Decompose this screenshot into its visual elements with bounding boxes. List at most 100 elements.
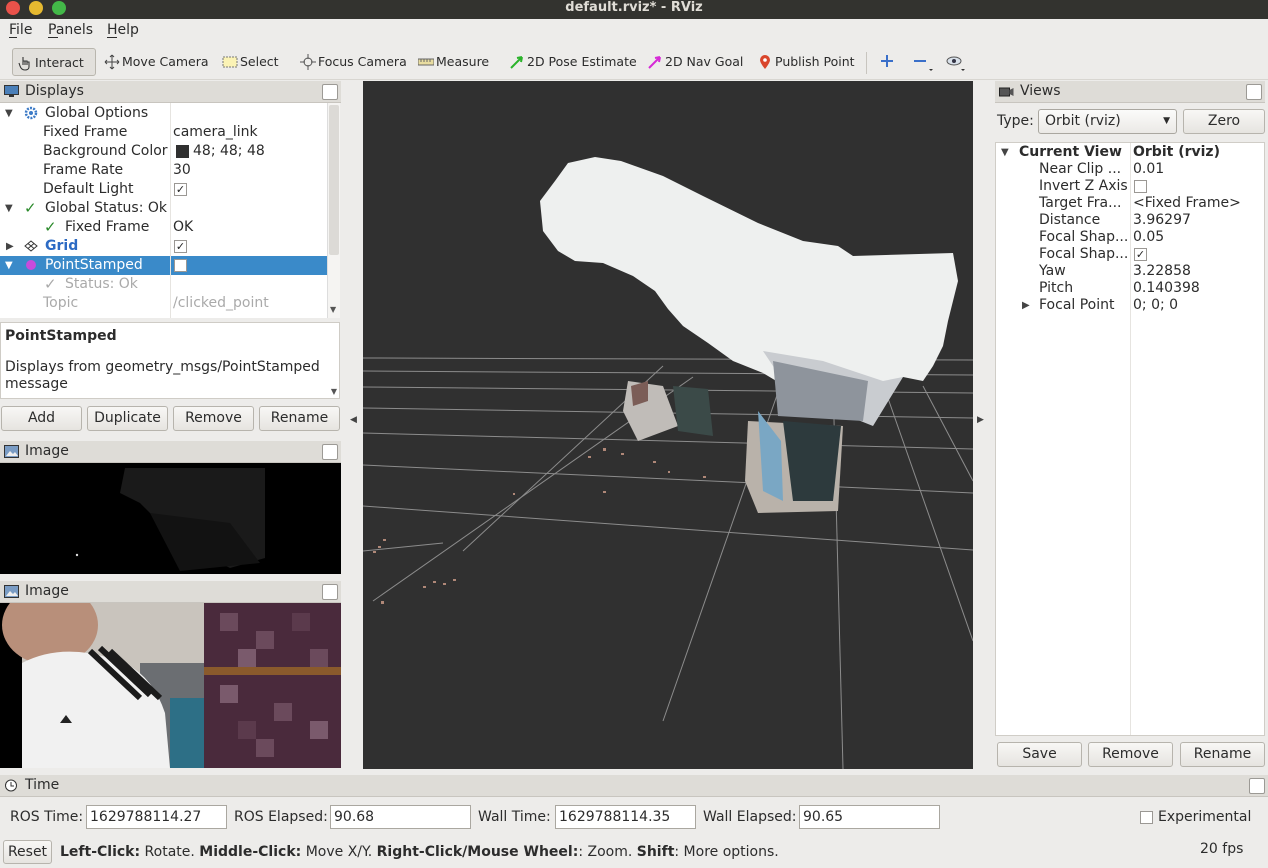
move-camera-tool-button[interactable]: Move Camera <box>100 48 209 76</box>
view-type-select[interactable]: Orbit (rviz) ▼ <box>1038 109 1177 134</box>
view-row-focal-shape-size[interactable]: Focal Shap... 0.05 <box>996 229 1266 246</box>
expand-right-icon[interactable]: ▶ <box>1022 297 1030 314</box>
row-key: Invert Z Axis <box>1039 178 1128 194</box>
tree-row-grid[interactable]: ▶ Grid ✓ <box>0 237 327 256</box>
hint-right-click: Right-Click/Mouse Wheel: <box>376 844 579 860</box>
row-value[interactable]: 0.05 <box>1133 229 1164 246</box>
expand-down-icon[interactable]: ▼ <box>5 256 13 275</box>
focus-camera-tool-button[interactable]: Focus Camera <box>296 48 407 76</box>
view-row-current-view[interactable]: ▼ Current View Orbit (rviz) <box>996 144 1266 161</box>
row-value[interactable]: 3.96297 <box>1133 212 1191 229</box>
remove-display-button[interactable]: Remove <box>173 406 254 431</box>
duplicate-display-button[interactable]: Duplicate <box>87 406 168 431</box>
expand-right-icon[interactable]: ▶ <box>6 237 14 256</box>
scroll-down-icon[interactable]: ▼ <box>330 305 336 314</box>
view-row-distance[interactable]: Distance 3.96297 <box>996 212 1266 229</box>
remove-tool-icon[interactable] <box>913 53 935 73</box>
add-tool-icon[interactable] <box>879 53 895 69</box>
wall-time-field[interactable]: 1629788114.35 <box>555 805 696 829</box>
maximize-window-icon[interactable] <box>52 1 66 15</box>
view-row-focal-point[interactable]: ▶ Focal Point 0; 0; 0 <box>996 297 1266 314</box>
view-row-invert-z[interactable]: Invert Z Axis <box>996 178 1266 195</box>
time-float-checkbox[interactable] <box>1249 778 1265 794</box>
zero-view-button[interactable]: Zero <box>1183 109 1265 134</box>
invert-z-checkbox[interactable] <box>1134 180 1147 193</box>
view-row-yaw[interactable]: Yaw 3.22858 <box>996 263 1266 280</box>
minimize-window-icon[interactable] <box>29 1 43 15</box>
close-window-icon[interactable] <box>6 1 20 15</box>
add-display-button[interactable]: Add <box>1 406 82 431</box>
grid-enabled-checkbox[interactable]: ✓ <box>174 240 187 253</box>
expand-down-icon[interactable]: ▼ <box>5 199 13 218</box>
collapse-left-icon[interactable]: ◀ <box>350 415 357 425</box>
right-collapse-handle[interactable]: ▶ <box>975 81 990 769</box>
row-value[interactable]: 0; 0; 0 <box>1133 297 1178 314</box>
tree-row-topic[interactable]: Topic /clicked_point <box>0 294 327 313</box>
interact-tool-button[interactable]: Interact <box>12 48 96 76</box>
view-row-pitch[interactable]: Pitch 0.140398 <box>996 280 1266 297</box>
displays-float-checkbox[interactable] <box>322 84 338 100</box>
rgb-image-view[interactable] <box>0 603 341 768</box>
expand-down-icon[interactable]: ▼ <box>5 104 13 123</box>
tree-row-fixed-frame[interactable]: Fixed Frame camera_link <box>0 123 327 142</box>
focal-shape-fixed-checkbox[interactable]: ✓ <box>1134 248 1147 261</box>
row-value[interactable]: /clicked_point <box>173 294 269 313</box>
check-ok-icon: ✓ <box>24 199 37 217</box>
render-viewport[interactable] <box>363 81 973 769</box>
time-title: Time <box>25 777 60 793</box>
eye-icon[interactable] <box>945 53 967 73</box>
select-tool-button[interactable]: Select <box>218 48 279 76</box>
hint-left-click: Left-Click: <box>60 844 141 860</box>
displays-scrollbar[interactable]: ▼ <box>327 103 340 318</box>
camera-icon <box>999 87 1014 97</box>
experimental-checkbox[interactable] <box>1140 811 1153 824</box>
view-row-target-frame[interactable]: Target Fra... <Fixed Frame> <box>996 195 1266 212</box>
measure-label: Measure <box>436 54 490 69</box>
clock-icon <box>5 779 17 792</box>
tree-row-frame-rate[interactable]: Frame Rate 30 <box>0 161 327 180</box>
rename-display-button[interactable]: Rename <box>259 406 340 431</box>
row-value[interactable]: 30 <box>173 161 191 180</box>
tree-row-pointstamped[interactable]: ▼ PointStamped <box>0 256 327 275</box>
row-value[interactable]: 48; 48; 48 <box>193 142 265 161</box>
row-value[interactable]: 3.22858 <box>1133 263 1191 280</box>
color-swatch[interactable] <box>176 145 189 158</box>
row-value[interactable]: 0.01 <box>1133 161 1164 178</box>
row-value[interactable]: <Fixed Frame> <box>1133 195 1241 212</box>
tree-row-fixed-frame-status[interactable]: ✓ Fixed Frame OK <box>0 218 327 237</box>
scrollbar-thumb[interactable] <box>329 105 339 255</box>
collapse-right-icon[interactable]: ▶ <box>977 415 984 425</box>
scroll-down-icon[interactable]: ▼ <box>331 387 337 396</box>
rename-view-button[interactable]: Rename <box>1180 742 1265 767</box>
menu-panels[interactable]: Panels <box>48 22 93 38</box>
ros-elapsed-field[interactable]: 90.68 <box>330 805 471 829</box>
publish-point-tool-button[interactable]: Publish Point <box>753 48 855 76</box>
remove-view-button[interactable]: Remove <box>1088 742 1173 767</box>
left-collapse-handle[interactable]: ◀ <box>346 81 361 769</box>
menu-file[interactable]: File <box>9 22 32 38</box>
depth-image-view[interactable] <box>0 463 341 574</box>
nav-goal-tool-button[interactable]: 2D Nav Goal <box>643 48 743 76</box>
pose-estimate-tool-button[interactable]: 2D Pose Estimate <box>505 48 637 76</box>
ros-time-field[interactable]: 1629788114.27 <box>86 805 227 829</box>
row-value[interactable]: camera_link <box>173 123 258 142</box>
tree-row-background-color[interactable]: Background Color 48; 48; 48 <box>0 142 327 161</box>
wall-elapsed-field[interactable]: 90.65 <box>799 805 940 829</box>
row-value[interactable]: 0.140398 <box>1133 280 1200 297</box>
tree-row-status-ok[interactable]: ✓ Status: Ok <box>0 275 327 294</box>
expand-down-icon[interactable]: ▼ <box>1001 144 1009 161</box>
image-panel-2-float-checkbox[interactable] <box>322 584 338 600</box>
view-row-near-clip[interactable]: Near Clip ... 0.01 <box>996 161 1266 178</box>
tree-row-global-status[interactable]: ▼ ✓ Global Status: Ok <box>0 199 327 218</box>
default-light-checkbox[interactable]: ✓ <box>174 183 187 196</box>
tree-row-default-light[interactable]: Default Light ✓ <box>0 180 327 199</box>
view-row-focal-shape-fixed[interactable]: Focal Shap... ✓ <box>996 246 1266 263</box>
save-view-button[interactable]: Save <box>997 742 1082 767</box>
views-float-checkbox[interactable] <box>1246 84 1262 100</box>
image-panel-1-float-checkbox[interactable] <box>322 444 338 460</box>
pointstamped-enabled-checkbox[interactable] <box>174 259 187 272</box>
measure-tool-button[interactable]: Measure <box>414 48 489 76</box>
tree-row-global-options[interactable]: ▼ Global Options <box>0 104 327 123</box>
reset-button[interactable]: Reset <box>3 840 52 864</box>
menu-help[interactable]: Help <box>107 22 139 38</box>
